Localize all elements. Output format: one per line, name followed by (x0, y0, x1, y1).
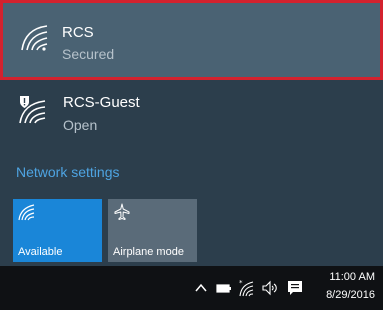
network-item-rcs-guest[interactable]: RCS-Guest Open (0, 80, 383, 148)
wifi-shield-warning-icon (19, 96, 46, 124)
network-name: RCS (62, 24, 94, 41)
clock-date[interactable]: 8/29/2016 (326, 289, 375, 301)
airplane-mode-tile[interactable]: Airplane mode (108, 199, 197, 262)
network-status: Secured (62, 46, 115, 62)
wifi-tray-icon[interactable]: * (238, 279, 256, 297)
network-settings-link[interactable]: Network settings (16, 164, 119, 180)
taskbar: * 11:00 AM 8/29/2016 (0, 266, 383, 310)
airplane-tile-label: Airplane mode (113, 246, 184, 258)
wifi-signal-icon (21, 25, 48, 51)
network-status: Open (63, 117, 98, 133)
chevron-up-icon[interactable] (192, 279, 210, 297)
wifi-icon (18, 204, 35, 221)
action-center-icon[interactable] (286, 279, 304, 297)
wifi-quick-action-tile[interactable]: Available (13, 199, 102, 262)
clock-time[interactable]: 11:00 AM (329, 271, 375, 283)
wifi-tile-label: Available (18, 246, 63, 258)
network-flyout: RCS Secured RCS-Guest Open Network setti… (0, 0, 383, 266)
battery-icon[interactable] (215, 279, 233, 297)
network-item-rcs[interactable]: RCS Secured (0, 0, 383, 80)
airplane-icon (114, 203, 130, 220)
svg-text:*: * (239, 279, 243, 287)
volume-icon[interactable] (261, 279, 279, 297)
network-name: RCS-Guest (63, 94, 140, 111)
